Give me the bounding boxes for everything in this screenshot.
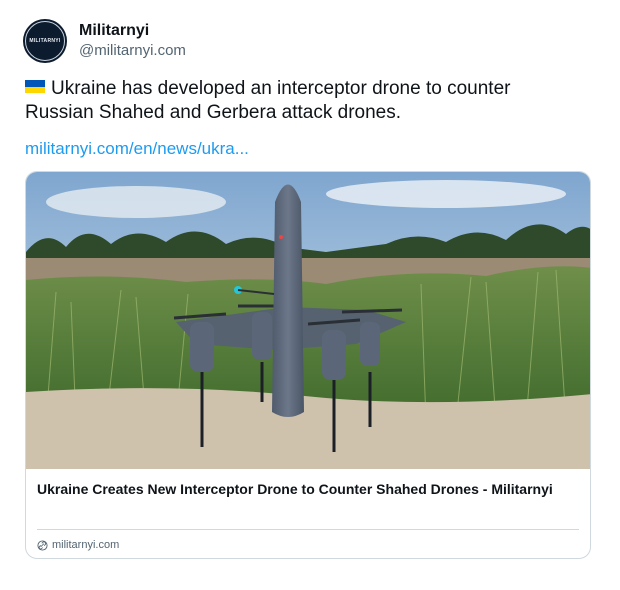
link-icon: [37, 539, 48, 551]
author-handle[interactable]: @militarnyi.com: [79, 41, 186, 61]
card-domain-text: militarnyi.com: [52, 539, 120, 551]
post-header: MILITARNYI Militarnyi @militarnyi.com: [23, 19, 186, 63]
link-preview-card[interactable]: Ukraine Creates New Interceptor Drone to…: [25, 171, 591, 559]
motor-pod: [360, 322, 380, 366]
drone-light: [279, 235, 283, 239]
card-divider: [37, 529, 579, 530]
author-display-name[interactable]: Militarnyi: [79, 21, 186, 41]
avatar-logo: MILITARNYI: [25, 21, 65, 61]
cloud: [326, 180, 566, 208]
card-title[interactable]: Ukraine Creates New Interceptor Drone to…: [37, 480, 577, 499]
post-text-line1: Ukraine has developed an interceptor dro…: [51, 78, 511, 99]
ukraine-flag-icon: [25, 80, 45, 93]
avatar-text: MILITARNYI: [29, 38, 61, 44]
card-image: [26, 172, 590, 469]
drone-fuselage: [272, 184, 304, 417]
post-text: Ukraine has developed an interceptor dro…: [25, 77, 585, 125]
card-domain[interactable]: militarnyi.com: [37, 538, 119, 552]
dirt-road: [26, 388, 590, 469]
motor-pod: [252, 312, 272, 360]
post-link[interactable]: militarnyi.com/en/news/ukra...: [25, 138, 249, 160]
avatar[interactable]: MILITARNYI: [23, 19, 67, 63]
post-text-line2: Russian Shahed and Gerbera attack drones…: [25, 102, 402, 123]
motor-pod: [322, 330, 346, 380]
author-names: Militarnyi @militarnyi.com: [79, 21, 186, 61]
motor-pod: [190, 322, 214, 372]
cloud: [46, 186, 226, 218]
